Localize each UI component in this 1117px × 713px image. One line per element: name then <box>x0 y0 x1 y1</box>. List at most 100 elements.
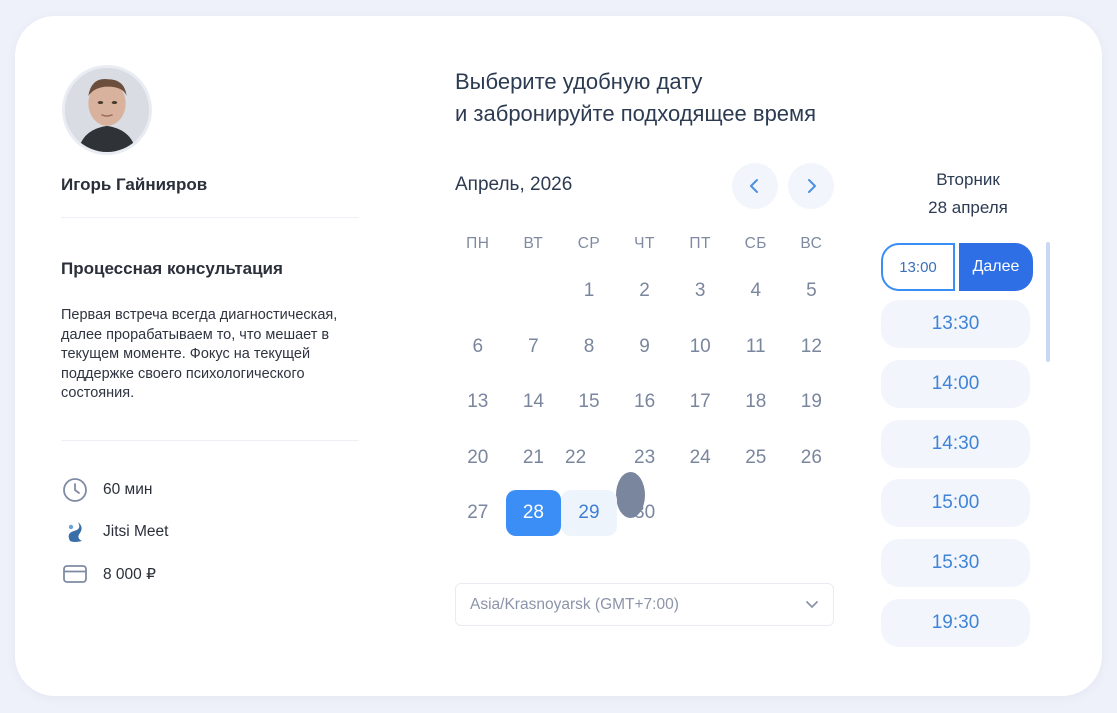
calendar-day[interactable]: 8 <box>561 324 617 370</box>
scrollbar[interactable] <box>1046 242 1050 362</box>
calendar-day-cell: 6 <box>450 324 506 370</box>
calendar-day[interactable]: 25 <box>728 435 784 481</box>
calendar-day[interactable]: 23 <box>617 435 673 481</box>
calendar-day[interactable]: 3 <box>672 268 728 314</box>
selected-day-name: Вторник <box>936 170 1000 189</box>
calendar-day-cell: 9 <box>617 324 673 370</box>
selected-day-header: Вторник 28 апреля <box>885 166 1051 222</box>
weekday-label: ЧТ <box>634 235 655 252</box>
prev-month-button[interactable] <box>732 163 778 209</box>
calendar-day[interactable]: 1 <box>561 268 617 314</box>
calendar-day-cell: 19 <box>784 379 840 425</box>
time-slot-button[interactable]: 14:30 <box>881 420 1030 468</box>
calendar-day[interactable]: 22 <box>561 435 590 481</box>
empty-day-cell <box>450 268 506 314</box>
page-title: Выберите удобную дату и забронируйте под… <box>455 66 816 130</box>
weekday-label: ВТ <box>523 235 544 252</box>
calendar-week: 13 14 15 16 17 18 19 <box>450 379 840 425</box>
empty-day-cell <box>728 490 784 536</box>
calendar-day-cell: 24 <box>672 435 728 481</box>
calendar-day[interactable]: 19 <box>784 379 840 425</box>
timezone-select[interactable]: Asia/Krasnoyarsk (GMT+7:00) <box>455 583 834 626</box>
chevron-right-icon <box>808 179 816 193</box>
calendar-day-cell: 21 <box>506 435 562 481</box>
calendar-day-cell: 22 <box>561 435 645 518</box>
time-slot-button[interactable]: 15:00 <box>881 479 1030 527</box>
calendar-day[interactable]: 6 <box>450 324 506 370</box>
calendar-day-cell: 28 <box>505 490 562 536</box>
time-slot-button[interactable]: 15:30 <box>881 539 1030 587</box>
calendar-day-cell: 12 <box>784 324 840 370</box>
empty-day-cell <box>506 268 562 314</box>
profile-name: Игорь Гайнияров <box>61 175 208 194</box>
price-row: 8 000 ₽ <box>61 561 156 587</box>
next-button[interactable]: Далее <box>959 243 1033 291</box>
chevron-down-icon <box>806 600 818 608</box>
calendar-day[interactable]: 5 <box>784 268 840 314</box>
calendar-day-cell: 10 <box>672 324 728 370</box>
weekday-label: СБ <box>744 235 767 252</box>
calendar-day[interactable]: 26 <box>784 435 840 481</box>
calendar-day-cell: 16 <box>617 379 673 425</box>
calendar-day[interactable]: 16 <box>617 379 673 425</box>
jitsi-logo-icon <box>61 518 89 546</box>
calendar-week: 6 7 8 9 10 11 12 <box>450 324 840 370</box>
chevron-left-icon <box>750 179 758 193</box>
calendar-day[interactable]: 24 <box>672 435 728 481</box>
heading-line-1: Выберите удобную дату <box>455 69 703 94</box>
calendar-day[interactable]: 9 <box>617 324 673 370</box>
weekday-label: ПН <box>466 235 490 252</box>
selected-day-date: 28 апреля <box>928 198 1008 217</box>
calendar-day-cell: 14 <box>506 379 562 425</box>
calendar-day-cell: 18 <box>728 379 784 425</box>
selected-time-button[interactable]: 13:00 <box>881 243 955 291</box>
calendar-day-cell: 1 <box>561 268 617 314</box>
service-title: Процессная консультация <box>61 259 283 278</box>
calendar-day[interactable]: 10 <box>672 324 728 370</box>
calendar-day[interactable]: 17 <box>672 379 728 425</box>
weekday-label: ПТ <box>689 235 711 252</box>
selected-time-slot: 13:00 Далее <box>881 243 1033 291</box>
calendar-day[interactable]: 18 <box>728 379 784 425</box>
calendar-day-cell: 5 <box>784 268 840 314</box>
calendar-day[interactable]: 2 <box>617 268 673 314</box>
calendar-day[interactable]: 15 <box>561 379 617 425</box>
calendar-day-cell: 27 <box>450 490 506 536</box>
calendar-day-cell: 4 <box>728 268 784 314</box>
calendar-day[interactable]: 4 <box>728 268 784 314</box>
calendar-day-cell: 23 <box>617 435 673 481</box>
duration-value: 60 мин <box>103 481 153 498</box>
calendar-day-selected[interactable]: 28 <box>505 490 562 536</box>
calendar-day[interactable]: 21 <box>506 435 562 481</box>
time-slot-button[interactable]: 13:30 <box>881 300 1030 348</box>
calendar-day-cell: 15 <box>561 379 617 425</box>
calendar-day[interactable]: 14 <box>506 379 562 425</box>
calendar-day[interactable]: 12 <box>784 324 840 370</box>
calendar-day-available[interactable]: 29 <box>561 490 617 536</box>
calendar-day-cell: 26 <box>784 435 840 481</box>
next-month-button[interactable] <box>788 163 834 209</box>
heading-line-2: и забронируйте подходящее время <box>455 101 817 126</box>
calendar-day[interactable]: 30 <box>617 490 673 536</box>
weekday-label: СР <box>577 235 601 252</box>
calendar-day-cell: 29 <box>561 490 617 536</box>
calendar-day[interactable]: 7 <box>506 324 562 370</box>
month-label: Апрель, 2026 <box>455 174 573 195</box>
calendar-day[interactable]: 11 <box>728 324 784 370</box>
time-slot-button[interactable]: 19:30 <box>881 599 1030 647</box>
calendar-day-cell: 17 <box>672 379 728 425</box>
price-value: 8 000 ₽ <box>103 565 156 583</box>
calendar-day[interactable]: 27 <box>450 490 506 536</box>
calendar-day[interactable]: 20 <box>450 435 506 481</box>
avatar-photo <box>65 68 149 152</box>
calendar-day-cell: 13 <box>450 379 506 425</box>
time-slot-button[interactable]: 14:00 <box>881 360 1030 408</box>
calendar-day-cell: 20 <box>450 435 506 481</box>
calendar-day-cell: 2 <box>617 268 673 314</box>
calendar-day-cell: 3 <box>672 268 728 314</box>
platform-row: Jitsi Meet <box>61 519 168 545</box>
duration-row: 60 мин <box>61 477 152 503</box>
calendar-week: 27 28 29 30 <box>450 490 840 536</box>
calendar-day[interactable]: 13 <box>450 379 506 425</box>
weekday-header: ПН ВТ СР ЧТ ПТ СБ ВС <box>450 235 840 253</box>
